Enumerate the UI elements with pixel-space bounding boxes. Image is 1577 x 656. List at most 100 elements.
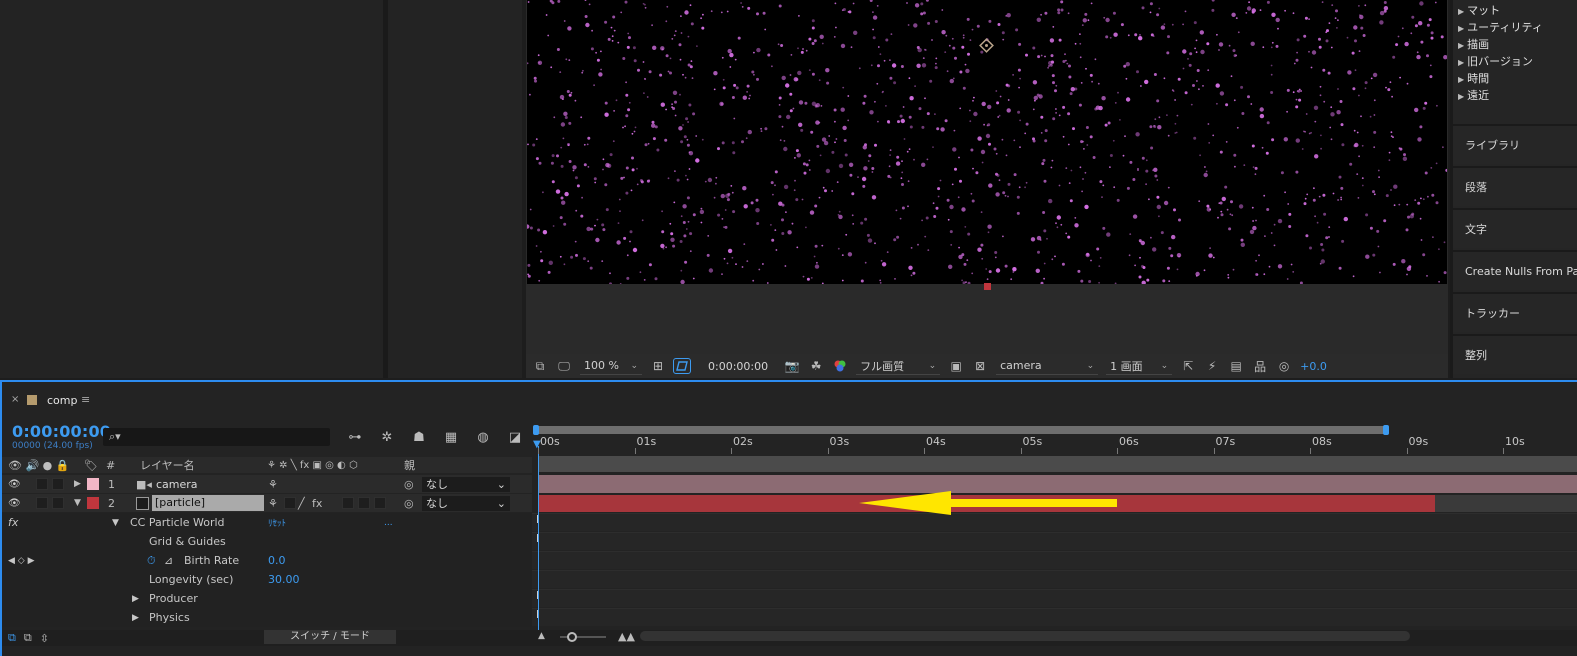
viewer-timecode[interactable]: 0:00:00:00 [708,360,768,373]
snapshot-layers-icon[interactable]: ⧉ [532,359,548,373]
layer-color-label[interactable] [87,478,99,490]
tab-menu-icon[interactable]: ≡ [81,393,90,406]
layer-color-label[interactable] [87,497,99,509]
flowchart-icon[interactable]: 品 [1252,359,1268,374]
expand-triangle-icon[interactable]: ▶ [74,479,81,489]
shy-layers-icon[interactable]: ☗ [409,428,429,446]
parent-pickwhip-icon[interactable]: ◎ [404,497,414,510]
column-layer-name[interactable]: レイヤー名 [140,457,195,473]
toggle-switches-modes-button[interactable]: スイッチ / モード [264,630,396,644]
shy-switch-icon[interactable]: ⚘ [268,478,278,491]
exposure-reset-icon[interactable]: ◎ [1276,359,1292,373]
work-area-start-handle[interactable] [533,425,539,435]
panel-align[interactable]: 整列 [1453,334,1577,374]
timeline-timecode[interactable]: 0:00:00:00 [12,422,111,441]
motion-blur-switch[interactable] [358,497,370,509]
panel-tracker[interactable]: トラッカー [1453,292,1577,332]
mask-toggle-icon[interactable] [673,358,691,374]
parent-select[interactable]: なし ⌄ [422,495,510,511]
collapse-switch[interactable] [284,497,296,509]
monitor-icon[interactable]: 🖵 [556,359,572,373]
effects-category[interactable]: ▶ 描画 [1458,36,1543,53]
panel-libraries[interactable]: ライブラリ [1453,124,1577,164]
property-row[interactable]: ▶ Physics [2,608,532,627]
in-out-icon[interactable]: ⇳ [40,632,49,645]
graph-icon[interactable]: ⊿ [164,554,173,567]
quality-select[interactable]: フル画質 ⌄ [856,357,941,375]
zoom-select[interactable]: 100 % ⌄ [580,357,642,375]
lock-toggle[interactable] [52,478,64,490]
layer-name[interactable]: camera [156,478,198,491]
transparency-grid-icon[interactable]: ⊠ [972,359,988,373]
expand-triangle-icon[interactable]: ▶ [132,613,139,623]
effects-category[interactable]: ▶ 旧バージョン [1458,53,1543,70]
solo-toggle[interactable] [36,497,48,509]
quality-switch-icon[interactable]: ╱ [298,497,305,510]
panel-character[interactable]: 文字 [1453,208,1577,248]
timeline-scrollbar[interactable] [640,631,1410,641]
anchor-marker[interactable] [984,283,991,290]
close-icon[interactable]: × [11,394,19,405]
pixel-aspect-icon[interactable]: ⇱ [1180,359,1196,373]
expand-triangle-icon[interactable]: ▶ [132,594,139,604]
work-area-bar[interactable] [536,426,1386,434]
graph-editor-icon[interactable]: ◪ [505,428,525,446]
keyframe-nav-icons[interactable]: ◀ ◇ ▶ [8,556,35,566]
longevity-value[interactable]: 30.00 [268,573,300,586]
motion-blur-icon[interactable]: ◍ [473,428,493,446]
visibility-eye-icon[interactable]: 👁 [8,479,21,490]
property-row[interactable]: ▶ Producer [2,589,532,608]
view-layout-select[interactable]: 1 画面 ⌄ [1106,357,1173,375]
about-link[interactable]: ... [384,518,393,528]
zoom-slider-knob[interactable] [567,632,577,642]
property-row[interactable]: Longevity (sec) 30.00 [2,570,532,589]
region-of-interest-icon[interactable]: ▣ [948,359,964,373]
frame-blending-icon[interactable]: ▦ [441,428,461,446]
layer-name[interactable]: [particle] [152,495,264,511]
effect-row[interactable]: fx ▼ CC Particle World ﾘｾｯﾄ ... [2,513,532,532]
layer-row-camera[interactable]: 👁 ▶ 1 ■◂ camera ⚘ ◎ なし ⌄ [2,475,532,493]
fit-icon[interactable]: ⊞ [650,359,666,373]
color-channels-icon[interactable] [832,359,848,373]
solo-toggle[interactable] [36,478,48,490]
effects-category[interactable]: ▶ 遠近 [1458,87,1543,104]
birth-rate-value[interactable]: 0.0 [268,554,286,567]
collapse-triangle-icon[interactable]: ▼ [74,498,81,508]
parent-select[interactable]: なし ⌄ [422,476,510,492]
effect-name[interactable]: CC Particle World [130,516,225,529]
effects-category[interactable]: ▶ ユーティリティ [1458,19,1543,36]
exposure-value[interactable]: +0.0 [1300,360,1327,373]
camera-target-icon[interactable] [978,37,996,55]
effects-category[interactable]: ▶ マット [1458,2,1543,19]
layer-row-particle[interactable]: 👁 ▼ 2 [particle] ⚘ ╱ fx ◎ なし ⌄ [2,494,532,512]
layer-search-input[interactable]: ⌕▾ [103,428,330,446]
layer-switches-icon[interactable]: ⧉ [8,631,16,645]
lock-toggle[interactable] [52,497,64,509]
stopwatch-icon[interactable]: ⏱ [147,554,156,568]
zoom-in-icon[interactable]: ▲▲ [618,630,635,643]
work-area-end-handle[interactable] [1383,425,1389,435]
adjustment-switch[interactable] [374,497,386,509]
fx-switch[interactable]: fx [312,497,322,510]
comp-tab-title[interactable]: comp [47,394,77,407]
modes-icon[interactable]: ⧉ [24,631,32,645]
parent-pickwhip-icon[interactable]: ◎ [404,478,414,491]
fast-previews-icon[interactable]: ⚡ [1204,359,1220,373]
collapse-triangle-icon[interactable]: ▼ [112,518,119,528]
timeline-icon[interactable]: ▤ [1228,359,1244,373]
playhead-line[interactable] [538,446,539,630]
zoom-out-icon[interactable]: ▲ [538,631,545,641]
draft-3d-icon[interactable]: ✲ [377,428,397,446]
camera-snapshot-icon[interactable]: 📷 [784,359,800,373]
time-ruler[interactable]: 00s 01s 02s 03s 04s 05s 06s 07s 08s 09s 10s [532,435,1577,453]
reset-link[interactable]: ﾘｾｯﾄ [268,516,286,529]
property-row[interactable]: ◀ ◇ ▶ ⏱ ⊿ Birth Rate 0.0 [2,551,532,570]
panel-create-nulls[interactable]: Create Nulls From Paths [1453,250,1577,290]
visibility-eye-icon[interactable]: 👁 [8,498,21,509]
shy-switch-icon[interactable]: ⚘ [268,497,278,510]
show-snapshot-icon[interactable]: ☘ [808,359,824,373]
property-row[interactable]: Grid & Guides [2,532,532,551]
camera-select[interactable]: camera ⌄ [996,357,1099,375]
panel-paragraph[interactable]: 段落 [1453,166,1577,206]
effects-category[interactable]: ▶ 時間 [1458,70,1543,87]
